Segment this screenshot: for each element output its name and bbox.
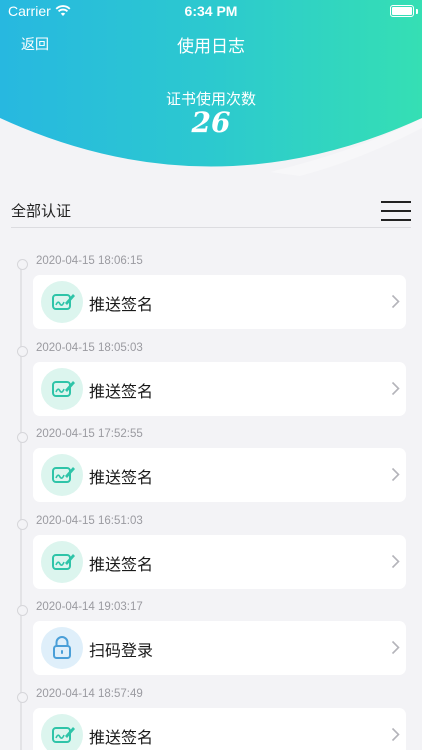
log-card[interactable]: 推送签名 — [33, 275, 406, 329]
filter-label[interactable]: 全部认证 — [11, 200, 71, 221]
page-title: 使用日志 — [177, 37, 245, 57]
timeline-dot — [17, 345, 28, 357]
chevron-right-icon — [391, 381, 400, 400]
log-entry: 2020-04-15 17:52:55 推送签名 — [0, 425, 422, 511]
log-card[interactable]: 推送签名 — [33, 448, 406, 503]
log-action-label: 推送签名 — [89, 728, 154, 747]
header-banner: Carrier 6:34 PM 返回 使用日志 证书使用次数 26 — [0, 0, 422, 190]
log-entry: 2020-04-14 18:57:49 推送签名 — [0, 685, 422, 750]
log-timestamp: 2020-04-15 18:05:03 — [36, 341, 143, 354]
timeline-dot — [17, 605, 28, 617]
timeline-dot — [17, 518, 28, 530]
log-timestamp: 2020-04-15 16:51:03 — [36, 514, 143, 527]
log-card[interactable]: 扫码登录 — [33, 621, 406, 676]
log-card[interactable]: 推送签名 — [33, 361, 406, 416]
log-action-label: 推送签名 — [89, 381, 154, 401]
log-entry: 2020-04-15 18:05:03 推送签名 — [0, 339, 422, 425]
log-action-label: 推送签名 — [89, 554, 154, 574]
signature-icon — [41, 281, 83, 323]
chevron-right-icon — [391, 640, 400, 659]
log-card[interactable]: 推送签名 — [33, 534, 406, 589]
timeline-dot — [17, 692, 28, 703]
status-time: 6:34 PM — [184, 3, 238, 19]
log-entry: 2020-04-14 19:03:17 扫码登录 — [0, 598, 422, 684]
log-action-label: 推送签名 — [89, 295, 154, 314]
log-card[interactable]: 推送签名 — [33, 708, 406, 750]
filter-bar: 全部认证 — [0, 190, 422, 230]
signature-icon — [41, 540, 83, 583]
status-bar: Carrier 6:34 PM — [0, 0, 422, 22]
log-timestamp: 2020-04-14 19:03:17 — [36, 601, 143, 614]
log-timestamp: 2020-04-15 18:06:15 — [36, 255, 143, 267]
signature-icon — [41, 367, 83, 410]
log-entry: 2020-04-15 18:06:15 推送签名 — [0, 252, 422, 338]
log-timestamp: 2020-04-15 17:52:55 — [36, 428, 143, 441]
chevron-right-icon — [391, 294, 400, 313]
log-timestamp: 2020-04-14 18:57:49 — [36, 688, 143, 700]
battery-tip — [416, 9, 418, 14]
chevron-right-icon — [391, 554, 400, 573]
signature-icon — [41, 714, 83, 750]
battery-icon — [390, 5, 414, 17]
log-action-label: 推送签名 — [89, 468, 154, 488]
chevron-right-icon — [391, 727, 400, 746]
timeline-dot — [17, 259, 28, 270]
timeline-dot — [17, 432, 28, 444]
usage-count-value: 26 — [191, 106, 231, 139]
log-action-label: 扫码登录 — [89, 641, 154, 661]
chevron-right-icon — [391, 467, 400, 486]
lock-icon — [41, 627, 83, 670]
divider — [11, 227, 411, 228]
signature-icon — [41, 454, 83, 497]
menu-icon[interactable] — [381, 198, 411, 224]
log-entry: 2020-04-15 16:51:03 推送签名 — [0, 512, 422, 598]
